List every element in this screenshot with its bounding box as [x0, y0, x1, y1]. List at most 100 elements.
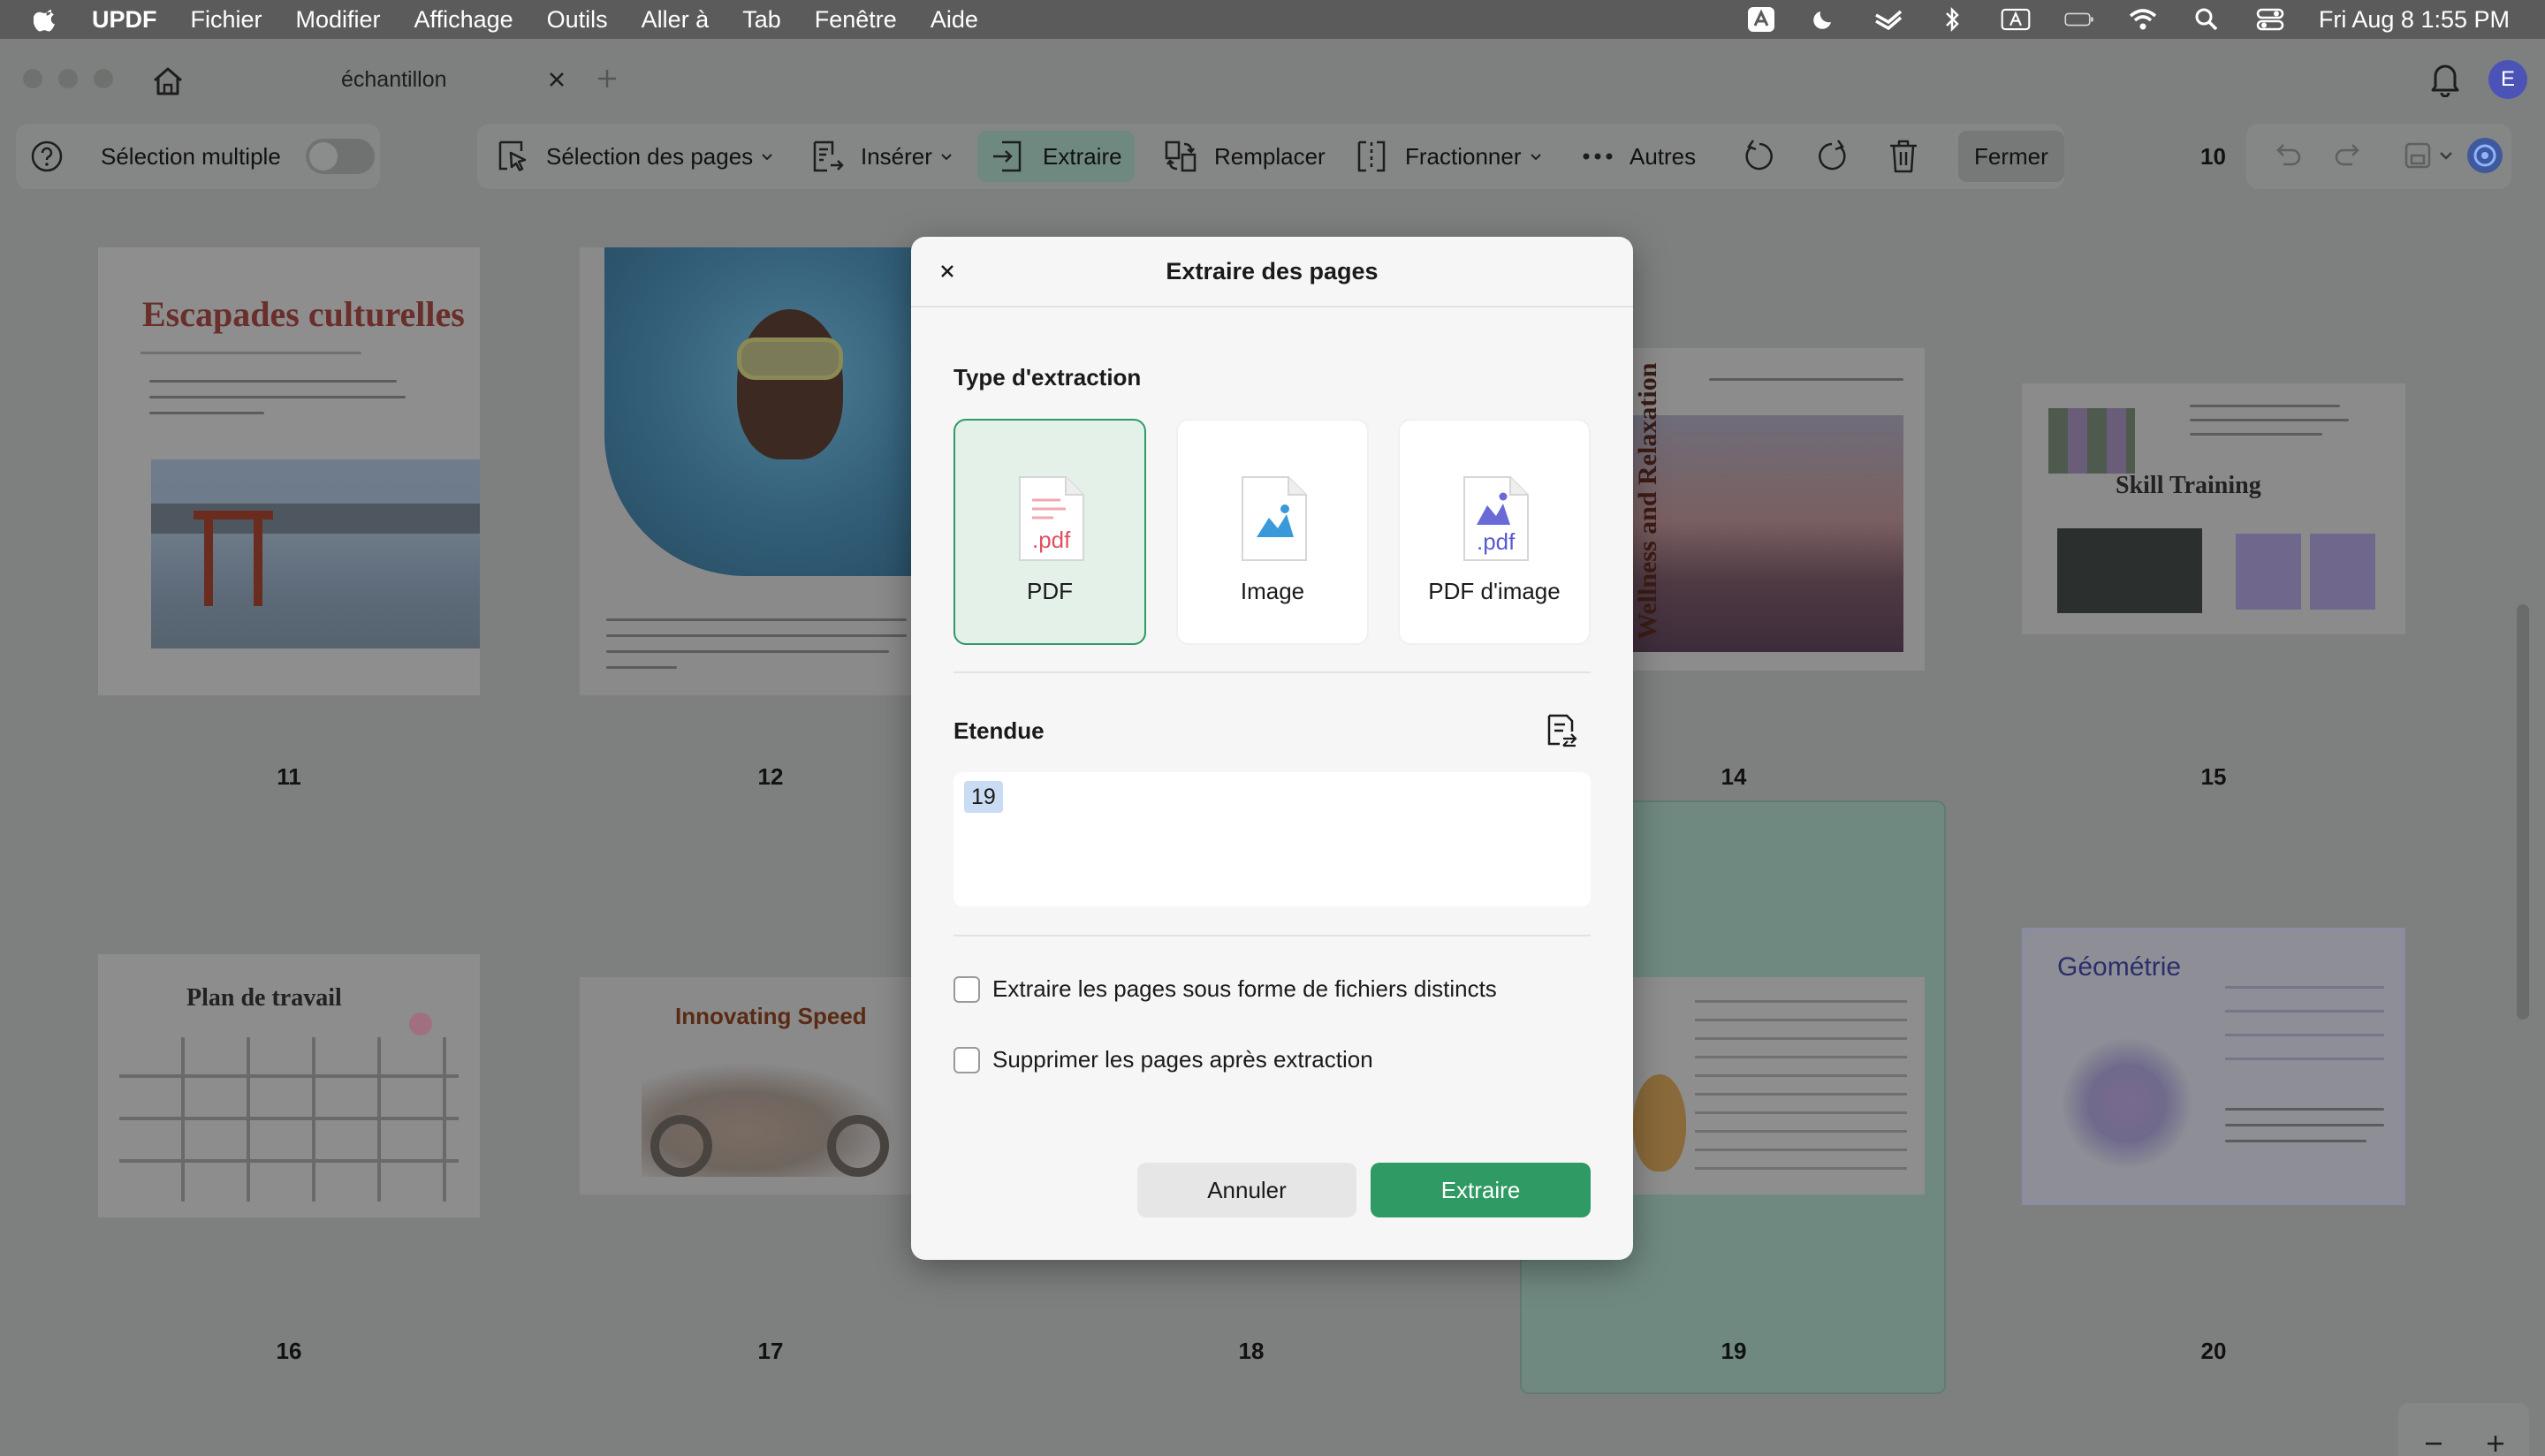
close-organizer-label: Fermer	[1974, 142, 2048, 170]
extract-tool-button[interactable]: Extraire	[977, 131, 1135, 182]
extract-tool-label: Extraire	[1043, 142, 1122, 170]
menu-fichier[interactable]: Fichier	[191, 6, 262, 34]
replace-tool-button[interactable]: Remplacer	[1163, 124, 1326, 189]
page-thumbnail-16[interactable]: Plan de travail	[98, 954, 480, 1217]
menu-app-name[interactable]: UPDF	[92, 6, 157, 34]
menu-clock[interactable]: Fri Aug 8 1:55 PM	[2319, 6, 2510, 34]
ai-assistant-icon[interactable]	[2465, 136, 2504, 175]
page-number-18: 18	[1238, 1338, 1265, 1364]
page-thumbnail-12[interactable]	[580, 247, 915, 695]
page-thumbnail-17[interactable]: Innovating Speed	[580, 977, 915, 1194]
notification-bell-icon[interactable]	[2428, 60, 2462, 98]
page-thumbnail-19[interactable]	[1633, 977, 1925, 1194]
menu-aller-a[interactable]: Aller à	[642, 6, 710, 34]
trash-icon	[1890, 140, 1917, 173]
page-17-title: Innovating Speed	[675, 1003, 867, 1029]
multi-select-panel: Sélection multiple	[16, 124, 380, 189]
document-tab[interactable]: échantillon	[292, 53, 574, 106]
more-tools-button[interactable]: Autres	[1582, 124, 1696, 189]
dialog-title: Extraire des pages	[1166, 258, 1379, 284]
extract-icon	[993, 140, 1022, 172]
menu-aide[interactable]: Aide	[931, 6, 978, 34]
bluetooth-icon[interactable]	[1937, 6, 1967, 33]
menu-tab[interactable]: Tab	[742, 6, 781, 34]
extract-type-image-pdf-option[interactable]: .pdf PDF d'image	[1398, 419, 1591, 645]
extract-type-image-option[interactable]: Image	[1176, 419, 1369, 645]
split-icon	[1357, 140, 1386, 172]
control-center-icon[interactable]	[2255, 6, 2285, 33]
save-chevron-icon[interactable]	[2437, 140, 2455, 171]
menu-fenetre[interactable]: Fenêtre	[815, 6, 897, 34]
home-icon[interactable]	[150, 64, 186, 99]
page-thumbnail-14[interactable]: Wellness and Relaxation	[1633, 348, 1925, 671]
undo-icon[interactable]	[2271, 140, 2303, 171]
replace-icon	[1165, 140, 1197, 172]
dialog-header: Extraire des pages	[911, 237, 1633, 307]
delete-after-option[interactable]: Supprimer les pages après extraction	[953, 1046, 1373, 1073]
moon-icon[interactable]	[1810, 6, 1840, 33]
image-pdf-file-icon: .pdf	[1459, 474, 1533, 564]
stack-icon[interactable]	[1873, 6, 1903, 33]
page-11-photo	[151, 459, 480, 648]
page-thumbnail-11[interactable]: Escapades culturelles	[98, 247, 480, 695]
spotlight-search-icon[interactable]	[2192, 6, 2222, 33]
more-tools-label: Autres	[1630, 142, 1697, 170]
help-icon[interactable]	[30, 140, 64, 173]
menu-modifier[interactable]: Modifier	[296, 6, 381, 34]
image-pdf-option-label: PDF d'image	[1428, 578, 1561, 604]
window-zoom-button[interactable]	[94, 69, 113, 88]
redo-icon[interactable]	[2333, 140, 2365, 171]
page-select-label: Sélection des pages	[546, 142, 754, 170]
image-option-label: Image	[1240, 578, 1305, 604]
page-thumbnail-20[interactable]: Géométrie	[2022, 928, 2405, 1205]
multi-select-toggle[interactable]	[305, 139, 375, 174]
window-minimize-button[interactable]	[58, 69, 78, 88]
delete-after-checkbox[interactable]	[953, 1046, 980, 1073]
extract-button[interactable]: Extraire	[1371, 1163, 1591, 1217]
split-label: Fractionner	[1405, 142, 1522, 170]
battery-icon[interactable]	[2064, 6, 2094, 33]
rotate-left-button[interactable]	[1741, 124, 1778, 189]
split-dropdown[interactable]: Fractionner	[1354, 124, 1543, 189]
input-source-icon[interactable]	[2001, 6, 2031, 33]
svg-text:.pdf: .pdf	[1032, 527, 1071, 553]
user-avatar[interactable]: E	[2488, 60, 2527, 99]
zoom-out-icon[interactable]	[2423, 1433, 2444, 1454]
page-number-16: 16	[276, 1338, 302, 1364]
multi-select-label: Sélection multiple	[101, 142, 281, 170]
delete-page-button[interactable]	[1886, 124, 1921, 189]
insert-dropdown[interactable]: Insérer	[809, 124, 953, 189]
page-range-value: 19	[964, 781, 1003, 813]
range-picker-icon[interactable]	[1544, 712, 1579, 749]
page-thumbnail-15[interactable]: Skill Training	[2022, 383, 2405, 634]
new-tab-icon[interactable]	[594, 65, 620, 92]
rotate-right-button[interactable]	[1813, 124, 1850, 189]
more-dots-icon	[1583, 153, 1613, 160]
vertical-scrollbar[interactable]	[2517, 604, 2529, 1020]
page-number-20: 20	[2200, 1338, 2227, 1364]
tab-close-icon[interactable]	[544, 67, 569, 92]
rotate-left-icon	[1745, 140, 1773, 171]
wifi-icon[interactable]	[2128, 6, 2158, 33]
cancel-button[interactable]: Annuler	[1137, 1163, 1356, 1217]
menu-affichage[interactable]: Affichage	[414, 6, 513, 34]
menu-outils[interactable]: Outils	[547, 6, 608, 34]
section-divider	[953, 935, 1591, 937]
extract-type-pdf-option[interactable]: .pdf PDF	[953, 419, 1146, 645]
chevron-down-icon	[941, 154, 952, 161]
close-organizer-button[interactable]: Fermer	[1958, 131, 2064, 182]
zoom-in-icon[interactable]	[2485, 1433, 2506, 1454]
separate-files-checkbox[interactable]	[953, 975, 980, 1003]
page-select-dropdown[interactable]: Sélection des pages	[495, 124, 774, 189]
chevron-down-icon	[762, 154, 772, 161]
page-range-input[interactable]: 19	[953, 772, 1591, 906]
window-close-button[interactable]	[23, 69, 42, 88]
save-icon[interactable]	[2402, 140, 2434, 171]
extract-pages-dialog: Extraire des pages Type d'extraction .pd…	[911, 237, 1633, 1260]
section-divider	[953, 671, 1591, 673]
apple-icon[interactable]	[34, 6, 60, 33]
updf-status-icon[interactable]	[1746, 6, 1776, 33]
range-label: Etendue	[953, 717, 1045, 744]
rotate-right-icon	[1819, 140, 1846, 171]
separate-files-option[interactable]: Extraire les pages sous forme de fichier…	[953, 975, 1497, 1003]
